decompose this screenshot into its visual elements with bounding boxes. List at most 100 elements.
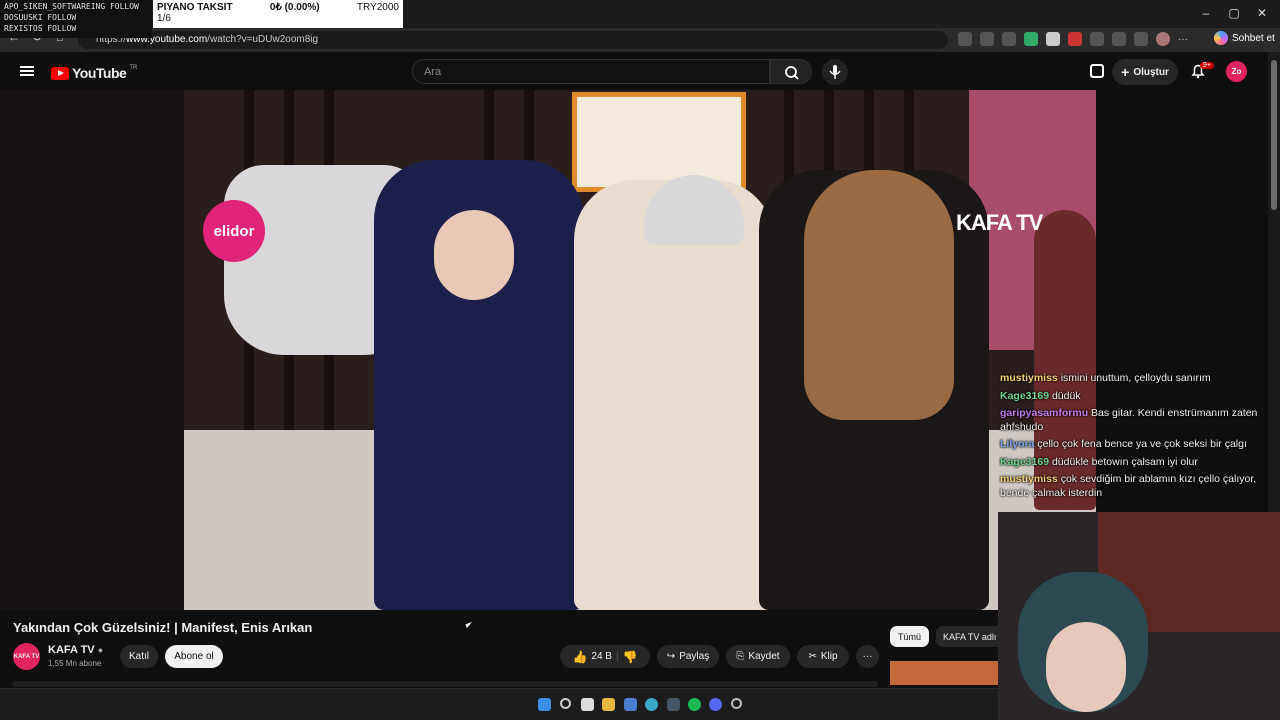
chat-username: garipyasamformu <box>1000 407 1089 419</box>
ticker-change: 0₺ (0.00%) <box>269 2 320 13</box>
ticker-page: 1/6 <box>157 13 171 24</box>
video-frame <box>184 90 1096 610</box>
chat-message: mustiymiss çok sevdiğim bir ablamın kızı… <box>1000 473 1272 500</box>
chat-message: Kage3169 düdük <box>1000 390 1272 404</box>
share-label: Paylaş <box>679 651 710 662</box>
save-button[interactable]: ⎘ Kaydet <box>726 645 790 668</box>
voice-search-button[interactable] <box>822 59 848 85</box>
minimize-button[interactable]: – <box>1196 6 1216 20</box>
follower-line: DOSUUSKI FOLLOW <box>4 13 77 22</box>
search-input[interactable]: Ara <box>412 59 770 84</box>
join-button[interactable]: Katıl <box>120 645 158 668</box>
address-bar[interactable]: https://www.youtube.com/watch?v=uDUw2oom… <box>78 31 948 49</box>
create-icon: + <box>1121 64 1130 80</box>
search-icon[interactable] <box>560 698 571 709</box>
stream-follower-overlay: APO_SIKEN_SOFTWAREING FOLLOW DOSUUSKI FO… <box>0 0 152 38</box>
chat-text: çello çok fena bence ya ve çok seksi bir… <box>1037 438 1247 450</box>
copilot-chat-button[interactable]: Sohbet et <box>1214 31 1275 45</box>
ticker-price: TRY2000 <box>356 2 399 13</box>
steam-icon[interactable] <box>667 698 680 711</box>
mouse-cursor <box>465 621 474 629</box>
clip-icon: ✂ <box>808 651 817 662</box>
start-icon[interactable] <box>538 698 551 711</box>
extension-icon[interactable] <box>1090 32 1104 46</box>
share-button[interactable]: ↪ Paylaş <box>657 645 719 668</box>
channel-name-text: KAFA TV <box>48 644 95 656</box>
app-icon[interactable] <box>624 698 637 711</box>
copilot-icon <box>1214 31 1228 45</box>
chip-all[interactable]: Tümü <box>890 626 929 647</box>
spotify-icon[interactable] <box>688 698 701 711</box>
youtube-header: YouTube TR Ara + Oluştur 9+ Zo <box>0 52 1268 90</box>
verified-icon: ● <box>97 645 104 655</box>
follower-line: REXISTOS FOLLOW <box>4 24 77 33</box>
maximize-button[interactable]: ▢ <box>1224 6 1244 20</box>
clip-button[interactable]: ✂ Klip <box>797 645 849 668</box>
create-label: Oluştur <box>1133 66 1169 78</box>
url-path: /watch?v=uDUw2oom8ig <box>207 34 319 45</box>
video-title: Yakından Çok Güzelsiniz! | Manifest, Eni… <box>13 620 313 635</box>
favorites-icon[interactable] <box>1134 32 1148 46</box>
edge-icon[interactable] <box>645 698 658 711</box>
face <box>434 210 514 300</box>
streamer-face <box>1046 622 1126 712</box>
more-icon[interactable]: ··· <box>856 645 879 668</box>
scrollbar-thumb[interactable] <box>1271 60 1277 210</box>
chat-message: Lilyora çello çok fena bence ya ve çok s… <box>1000 438 1272 452</box>
youtube-logo[interactable]: YouTube TR <box>51 65 137 81</box>
close-window-button[interactable]: ✕ <box>1252 6 1272 20</box>
like-count[interactable]: 24 B <box>591 651 612 662</box>
mic-icon <box>829 65 841 79</box>
dislike-icon[interactable]: 👎 <box>623 650 638 664</box>
description-box[interactable] <box>12 681 878 687</box>
ticker-name: PIYANO TAKSIT <box>157 2 233 13</box>
share-icon: ↪ <box>666 651 676 662</box>
stream-ticker-overlay: PIYANO TAKSIT 0₺ (0.00%) TRY2000 1/6 <box>153 0 403 28</box>
channel-avatar[interactable]: KAFA TV <box>13 643 40 670</box>
extension-icon[interactable] <box>1046 32 1060 46</box>
discord-icon[interactable] <box>709 698 722 711</box>
video-player[interactable]: elidor KAFA TV <box>0 90 1096 610</box>
notification-badge: 9+ <box>1200 62 1214 69</box>
save-icon: ⎘ <box>736 651 745 662</box>
chat-username: mustiymiss <box>1000 473 1058 485</box>
account-avatar[interactable]: Zo <box>1226 61 1247 82</box>
chat-username: Kage3169 <box>1000 389 1050 402</box>
profile-icon[interactable] <box>1156 32 1170 46</box>
like-dislike-group: 👍 24 B | 👎 <box>560 645 650 668</box>
subscriber-count: 1,55 Mn abone <box>48 659 102 668</box>
search-icon <box>785 66 799 80</box>
app-icon[interactable] <box>731 698 742 709</box>
extension-icon[interactable] <box>958 32 972 46</box>
logo-text: YouTube <box>72 65 127 81</box>
chip-channel[interactable]: KAFA TV adlı <box>936 626 998 647</box>
like-icon[interactable]: 👍 <box>572 650 587 664</box>
cast-icon[interactable] <box>1090 64 1104 78</box>
copilot-label: Sohbet et <box>1232 32 1275 44</box>
extension-icon[interactable] <box>1024 32 1038 46</box>
extension-icon[interactable] <box>1068 32 1082 46</box>
chat-username: mustiymiss <box>1000 372 1058 384</box>
framed-certificate <box>572 92 746 192</box>
channel-name[interactable]: KAFA TV ● <box>48 644 103 656</box>
follower-line: APO_SIKEN_SOFTWAREING FOLLOW <box>4 2 139 11</box>
create-button[interactable]: + Oluştur <box>1112 59 1178 85</box>
chat-message: Kage3169 düdükle betowın çalsam iyi olur <box>1000 456 1272 470</box>
extension-icon[interactable] <box>1112 32 1126 46</box>
clip-label: Klip <box>820 651 838 662</box>
logo-region: TR <box>129 65 138 71</box>
search-button[interactable] <box>770 59 812 84</box>
subscribe-button[interactable]: Abone ol <box>165 645 223 668</box>
favorite-icon[interactable] <box>1002 32 1016 46</box>
webcam-overlay <box>998 512 1280 720</box>
chat-text: düdük <box>1051 389 1081 402</box>
menu-dots-icon[interactable]: ··· <box>1178 34 1188 45</box>
menu-icon[interactable] <box>20 66 34 76</box>
related-video-thumbnail[interactable] <box>890 661 998 685</box>
chat-message: garipyasamformu Bas gitar. Kendi enstrüm… <box>1000 407 1272 434</box>
task-view-icon[interactable] <box>581 698 594 711</box>
file-explorer-icon[interactable] <box>602 698 615 711</box>
chat-username: Kage3169 <box>1000 455 1050 468</box>
extension-icon[interactable] <box>980 32 994 46</box>
extension-bar: ··· <box>958 31 1188 47</box>
